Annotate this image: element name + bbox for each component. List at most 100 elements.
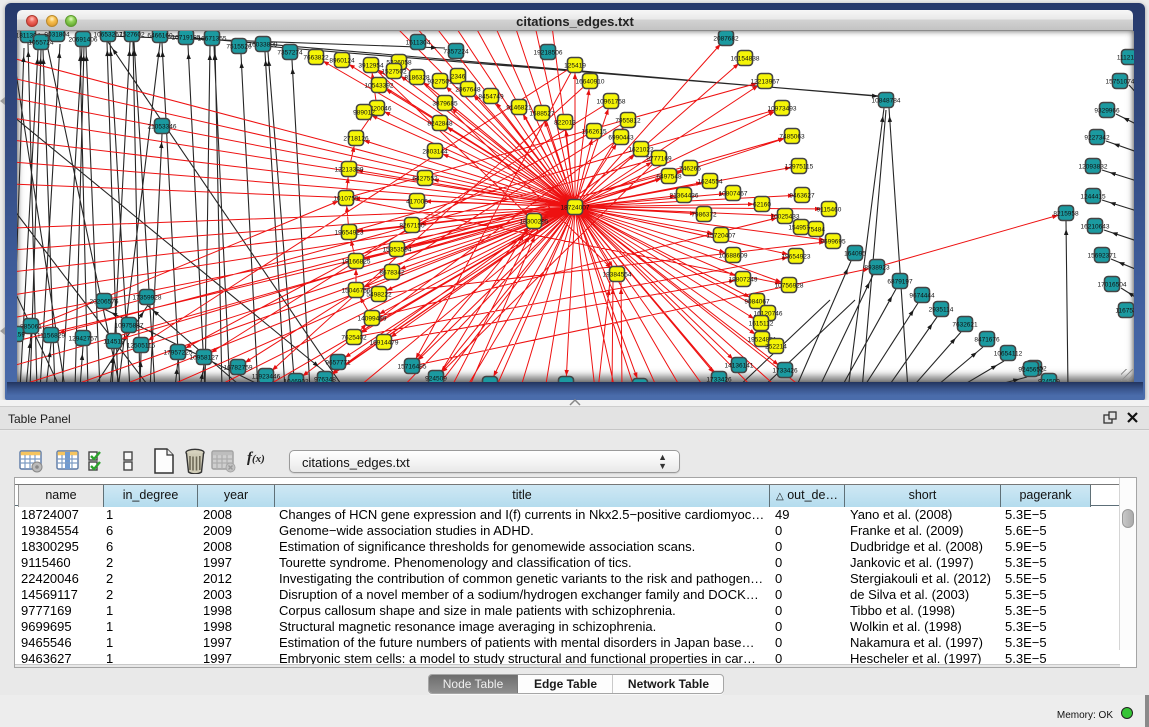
svg-text:14099489: 14099489 [358,316,387,323]
svg-text:2935114: 2935114 [929,307,954,314]
svg-text:8471676: 8471676 [974,337,1000,344]
svg-text:1733426: 1733426 [706,377,732,383]
svg-text:39159: 39159 [17,332,25,339]
svg-text:164095: 164095 [844,251,866,258]
svg-text:8678342: 8678342 [379,270,405,277]
svg-text:173342: 173342 [555,382,577,383]
svg-text:17016504: 17016504 [1098,282,1127,289]
svg-text:116753: 116753 [1115,308,1134,315]
svg-text:9329966: 9329966 [1094,108,1120,115]
svg-text:21053346: 21053346 [148,124,177,131]
svg-text:9245652: 9245652 [1018,367,1044,374]
svg-text:9463627: 9463627 [789,193,815,200]
svg-text:417006: 417006 [406,199,428,206]
svg-text:10848784: 10848784 [872,98,901,105]
svg-text:114519: 114519 [103,339,125,346]
svg-text:15353594: 15353594 [383,247,412,254]
svg-text:16640910: 16640910 [576,79,605,86]
svg-text:1112185: 1112185 [1117,55,1134,62]
svg-text:989012: 989012 [353,110,375,117]
svg-text:9084067: 9084067 [744,299,770,306]
svg-text:6990443: 6990443 [608,135,634,142]
svg-text:19654923: 19654923 [782,254,811,261]
svg-text:9227342: 9227342 [1084,135,1110,142]
svg-text:2346: 2346 [451,74,466,81]
svg-text:7625402: 7625402 [341,335,367,342]
svg-text:10973493: 10973493 [768,106,797,113]
svg-text:15716485: 15716485 [398,364,427,371]
svg-text:9031804: 9031804 [44,32,70,39]
svg-text:1046902: 1046902 [283,379,309,383]
svg-text:15720407: 15720407 [707,233,736,240]
svg-text:2967648: 2967648 [455,87,481,94]
svg-text:9657771: 9657771 [325,360,351,367]
svg-text:12975115: 12975115 [785,164,814,171]
svg-text:1562615: 1562615 [581,129,607,136]
svg-text:175346: 175346 [479,382,501,383]
svg-text:8186328: 8186328 [404,75,430,82]
svg-text:10975887: 10975887 [115,323,144,330]
svg-text:17957225: 17957225 [164,350,193,357]
svg-text:8215958: 8215958 [1053,211,1079,218]
svg-text:10961758: 10961758 [597,99,626,106]
svg-text:1588527: 1588527 [529,111,555,118]
svg-text:16782759: 16782759 [224,365,253,372]
svg-text:15692371: 15692371 [1088,253,1117,260]
svg-text:16154838: 16154838 [731,56,760,63]
svg-text:19218506: 19218506 [534,50,563,57]
svg-text:125419: 125419 [564,63,586,70]
svg-text:8960124: 8960124 [329,58,355,65]
svg-text:18300295: 18300295 [520,219,549,226]
svg-text:14136141: 14136141 [725,363,754,370]
svg-text:6497548: 6497548 [656,174,682,181]
svg-text:11923446: 11923446 [252,374,281,381]
svg-text:6427552: 6427552 [412,176,438,183]
svg-text:9115460: 9115460 [817,207,842,214]
svg-text:18807249: 18807249 [729,277,758,284]
svg-text:16671355: 16671355 [198,36,227,43]
svg-text:1010755: 1010755 [333,196,359,203]
svg-text:2087682: 2087682 [713,36,739,43]
svg-text:9146821: 9146821 [506,105,532,112]
svg-text:9699695: 9699695 [820,239,846,246]
svg-text:1733426: 1733426 [772,368,798,375]
svg-text:9777169: 9777169 [646,156,672,163]
svg-text:19166825: 19166825 [342,259,371,266]
svg-text:19384554: 19384554 [603,272,632,279]
svg-text:19654923: 19654923 [335,230,364,237]
svg-text:252214: 252214 [765,344,787,351]
svg-text:62160: 62160 [753,202,771,209]
svg-text:746266: 746266 [679,166,701,173]
svg-text:21364436: 21364436 [670,193,699,200]
svg-text:1611304: 1611304 [406,40,431,47]
svg-text:1621022: 1621022 [628,147,654,154]
svg-text:6879197: 6879197 [887,279,913,286]
svg-text:2718126: 2718126 [343,136,369,143]
svg-text:5498222: 5498222 [366,292,392,299]
svg-text:1527502: 1527502 [381,69,407,76]
svg-text:10543392: 10543392 [365,83,394,90]
svg-text:8454749: 8454749 [478,94,504,101]
svg-text:6466160: 6466160 [147,33,173,40]
svg-text:17359928: 17359928 [133,295,162,302]
svg-text:9327501: 9327501 [427,79,453,86]
svg-text:75484: 75484 [807,227,825,234]
svg-text:1615112: 1615112 [749,321,774,328]
svg-text:7986372: 7986372 [691,212,717,219]
svg-text:1244415: 1244415 [1080,194,1106,201]
svg-text:16033809: 16033809 [249,42,278,49]
svg-text:8242848: 8242848 [427,121,453,128]
svg-text:10654112: 10654112 [994,351,1023,358]
svg-text:8267150: 8267150 [399,223,425,230]
svg-text:7663822: 7663822 [303,55,329,62]
svg-text:3879685: 3879685 [432,101,458,108]
svg-text:3912954: 3912954 [358,63,384,70]
svg-text:15751074: 15751074 [1106,79,1134,86]
svg-text:7357224: 7357224 [443,49,469,56]
svg-text:12942757: 12942757 [69,336,98,343]
svg-text:976348: 976348 [314,377,336,383]
svg-text:1624554: 1624554 [697,179,723,186]
svg-text:10756928: 10756928 [775,283,804,290]
svg-text:7955812: 7955812 [615,118,641,125]
svg-text:2803144: 2803144 [422,149,448,156]
